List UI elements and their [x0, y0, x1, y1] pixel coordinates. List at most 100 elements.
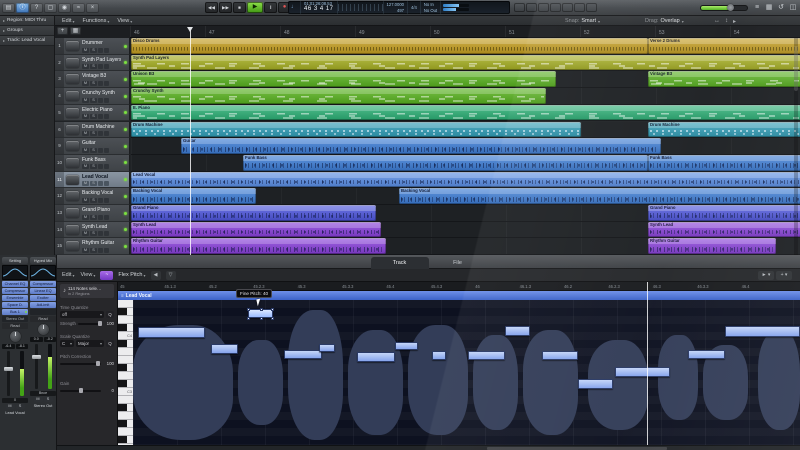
piano-keyboard[interactable]: C4C3 — [118, 300, 133, 445]
plugin-slot-ensemble[interactable]: Ensemble — [2, 295, 28, 301]
menu-view[interactable]: View▾ — [117, 18, 132, 24]
menu-functions[interactable]: Functions▾ — [83, 18, 110, 24]
eq-display[interactable] — [30, 265, 56, 280]
plugin-slot-exciter[interactable]: Exciter — [30, 295, 56, 301]
record-enable-button[interactable] — [104, 64, 109, 69]
track-header-crunchy-synth[interactable]: 4Crunchy SynthMS — [55, 88, 130, 105]
scale-root-select[interactable]: C▾ — [60, 340, 74, 347]
mute-button[interactable]: M — [82, 64, 89, 69]
count-in-button[interactable] — [574, 3, 585, 12]
tab-track[interactable]: Track — [371, 257, 429, 269]
track-header-lead-vocal[interactable]: 11Lead VocalMS — [55, 172, 130, 189]
region-synth-lead[interactable]: Synth Lead — [131, 222, 381, 238]
flex-pitch-note[interactable] — [319, 344, 335, 352]
mixer-icon[interactable]: ≈ — [72, 3, 85, 13]
mute-button[interactable]: M — [82, 148, 89, 153]
flex-pitch-note[interactable] — [211, 344, 238, 354]
snap-menu[interactable]: Snap: Smart ▾ — [565, 16, 600, 26]
region-synth-lead[interactable]: Synth Lead — [648, 222, 800, 238]
inspector-section-region-midi-thru[interactable]: ▸Region: MIDI Thru — [0, 16, 54, 26]
plugin-slot-space-d[interactable]: Space D. — [2, 302, 28, 308]
lcd-display[interactable]: ♩ 01:01:26:08.53 46 3 4 17 127.0000 497 … — [288, 1, 510, 14]
strip-setting-button[interactable]: Hyped Mix — [30, 257, 56, 264]
track-lane[interactable]: Synth Pad Layers — [131, 55, 800, 72]
region-guitar[interactable]: Guitar — [181, 138, 661, 154]
mute-button[interactable]: M — [6, 404, 15, 409]
track-header-funk-bass[interactable]: 10Funk BassMS — [55, 155, 130, 172]
pan-knob[interactable] — [38, 324, 49, 335]
note-handle[interactable] — [247, 308, 250, 311]
strength-slider[interactable] — [78, 320, 101, 327]
track-grid-button[interactable]: ▦ — [70, 27, 81, 35]
piano-key[interactable] — [118, 372, 133, 380]
piano-key[interactable] — [118, 316, 133, 324]
piano-key[interactable] — [118, 348, 133, 356]
stop-button[interactable]: ■ — [233, 2, 246, 13]
lcd-signature-block[interactable]: 4/4 — [408, 1, 421, 14]
volume-knob[interactable] — [727, 4, 734, 11]
flex-pitch-note[interactable] — [284, 350, 322, 359]
menu-edit[interactable]: Edit▾ — [62, 18, 75, 24]
region-drum-machine[interactable]: Drum Machine — [648, 122, 800, 138]
piano-key[interactable] — [118, 364, 133, 372]
pitch-correction-slider[interactable] — [60, 360, 101, 367]
region-grand-piano[interactable]: Grand Piano — [648, 205, 800, 221]
lcd-tempo-block[interactable]: 127.0000 497 — [384, 1, 408, 14]
record-enable-button[interactable] — [104, 131, 109, 136]
solo-button[interactable]: S — [90, 248, 97, 253]
zoom-h-icon[interactable]: ↔ — [714, 18, 720, 24]
solo-button[interactable]: S — [90, 164, 97, 169]
pointer-tool-menu[interactable]: ► ▾ — [758, 271, 774, 280]
region-drum-machine[interactable]: Drum Machine — [131, 122, 581, 138]
record-enable-button[interactable] — [104, 164, 109, 169]
volume-fader[interactable] — [2, 350, 28, 397]
piano-key[interactable] — [118, 396, 133, 404]
scrollbar-handle[interactable] — [794, 46, 798, 91]
input-monitor-button[interactable] — [98, 198, 103, 203]
plugin-slot-channel-eq[interactable]: Channel EQ — [2, 281, 28, 287]
solo-button[interactable]: S — [90, 98, 97, 103]
mute-button[interactable]: M — [82, 198, 89, 203]
piano-key[interactable] — [118, 308, 133, 316]
editor-scroll-strip[interactable] — [57, 445, 800, 450]
track-lane[interactable]: Funk BassFunk Bass — [131, 155, 800, 172]
solo-button[interactable]: S — [90, 198, 97, 203]
quick-help-icon[interactable]: ? — [30, 3, 43, 13]
input-monitor-button[interactable] — [98, 114, 103, 119]
flex-pitch-note[interactable] — [432, 351, 446, 360]
eq-display[interactable] — [2, 265, 28, 280]
solo-button[interactable]: S — [16, 404, 25, 409]
region-backing-vocal[interactable]: Backing Vocal — [131, 188, 256, 204]
mute-button[interactable]: M — [82, 215, 89, 220]
flex-pitch-note[interactable] — [357, 352, 395, 362]
media-browser-icon[interactable]: ◫ — [788, 2, 798, 13]
track-lane[interactable]: E. Piano — [131, 105, 800, 122]
editor-ruler[interactable]: 4545.1.345.245.2.345.345.3.345.445.4.346… — [118, 282, 800, 291]
track-lane[interactable]: Guitar — [131, 138, 800, 155]
autopunch-button[interactable] — [526, 3, 537, 12]
solo-button[interactable]: S — [90, 148, 97, 153]
region-backing-vocal[interactable]: Backing Vocal — [399, 188, 800, 204]
note-handle[interactable] — [260, 308, 263, 311]
track-header-electric-piano[interactable]: 5Electric PianoMS — [55, 105, 130, 122]
flex-pitch-note[interactable] — [505, 326, 530, 336]
region-grand-piano[interactable]: Grand Piano — [131, 205, 376, 221]
flex-pitch-note[interactable] — [688, 350, 725, 359]
solo-button[interactable]: S — [44, 397, 53, 402]
drag-menu[interactable]: Drag: Overlap ▾ — [645, 16, 684, 26]
record-enable-button[interactable] — [104, 148, 109, 153]
input-monitor-button[interactable] — [98, 181, 103, 186]
flex-pitch-note[interactable] — [615, 367, 670, 377]
input-monitor-button[interactable] — [98, 81, 103, 86]
mute-button[interactable]: M — [82, 131, 89, 136]
strip-extra-button[interactable]: Bnce — [30, 391, 56, 396]
flex-mode-select[interactable]: Flex Pitch ▾ — [118, 272, 145, 278]
track-header-drummer[interactable]: 1DrummerMS — [55, 38, 130, 55]
input-monitor-button[interactable] — [98, 98, 103, 103]
input-monitor-button[interactable] — [98, 64, 103, 69]
solo-button[interactable]: S — [90, 48, 97, 53]
input-monitor-button[interactable] — [98, 164, 103, 169]
volume-fader[interactable] — [30, 343, 56, 390]
region-funk-bass[interactable]: Funk Bass — [648, 155, 800, 171]
apple-loops-icon[interactable]: ↺ — [776, 2, 786, 13]
